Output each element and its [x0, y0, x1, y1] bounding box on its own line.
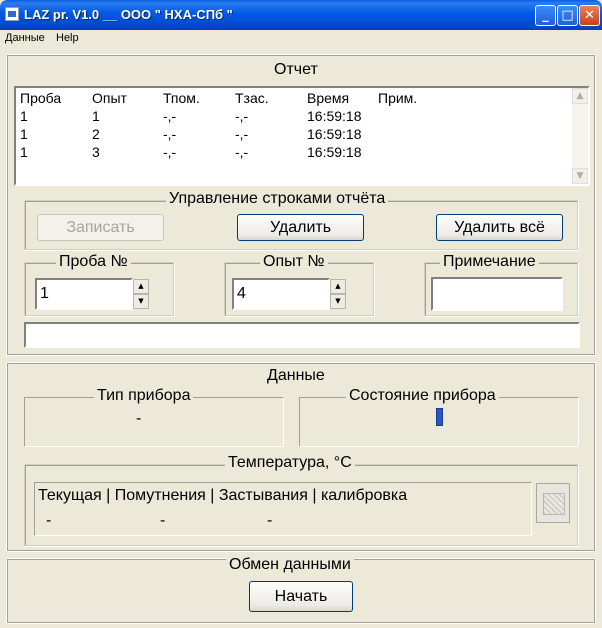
table-cell: 16:59:18: [307, 108, 362, 124]
device-type-title: Тип прибора: [94, 387, 194, 405]
table-cell: 16:59:18: [307, 144, 362, 160]
delete-button[interactable]: Удалить: [237, 214, 364, 241]
minimize-icon: _: [542, 8, 549, 23]
temperature-current-value: -: [46, 512, 52, 529]
data-title: Данные: [264, 367, 328, 385]
scroll-up-icon[interactable]: ▲: [572, 88, 588, 104]
minimize-button[interactable]: _: [535, 5, 556, 26]
scroll-down-icon[interactable]: ▼: [572, 168, 588, 184]
device-state-indicator: [436, 408, 443, 426]
temperature-title: Температура, °C: [225, 454, 355, 472]
sample-number-field[interactable]: 1: [35, 278, 133, 310]
maximize-icon: □: [561, 8, 574, 23]
table-cell: 1: [92, 108, 100, 124]
stepper-up-icon[interactable]: ▲: [133, 279, 149, 294]
stepper-down-icon[interactable]: ▼: [330, 294, 346, 309]
temperature-headers: Текущая | Помутнения | Застывания | кали…: [38, 487, 408, 504]
test-stepper[interactable]: ▲ ▼: [330, 279, 346, 309]
sample-stepper[interactable]: ▲ ▼: [133, 279, 149, 309]
app-icon[interactable]: [5, 7, 19, 21]
table-cell: 1: [20, 108, 28, 124]
table-cell: -,-: [235, 126, 249, 142]
test-title: Опыт №: [260, 253, 328, 271]
column-header: Опыт: [92, 90, 127, 106]
delete-all-button[interactable]: Удалить всё: [436, 214, 563, 241]
device-type-value: -: [136, 410, 142, 427]
maximize-button[interactable]: □: [557, 5, 578, 26]
column-header: Тзас.: [235, 90, 269, 106]
table-cell: -,-: [163, 144, 177, 160]
start-button[interactable]: Начать: [249, 581, 353, 612]
report-scrollbar[interactable]: ▲ ▼: [572, 88, 588, 184]
temperature-pour-value: -: [267, 512, 273, 529]
exchange-title: Обмен данными: [226, 556, 354, 574]
table-cell: -,-: [163, 126, 177, 142]
row-controls-title: Управление строками отчёта: [166, 190, 389, 208]
table-cell: 16:59:18: [307, 126, 362, 142]
title-bar[interactable]: LAZ pr. V1.0 __ ООО " НХА-СПб " _ □ ✕: [0, 0, 602, 30]
column-header: Прим.: [378, 90, 418, 106]
menu-bar: Данные Help: [0, 30, 602, 48]
menu-data[interactable]: Данные: [5, 32, 45, 44]
close-icon: ✕: [584, 8, 595, 23]
report-list[interactable]: Проба Опыт Тпом. Тзас. Время Прим. 1 1 -…: [14, 86, 590, 186]
column-header: Проба: [20, 90, 62, 106]
table-cell: 1: [20, 144, 28, 160]
report-title: Отчет: [271, 61, 321, 79]
table-cell: -,-: [163, 108, 177, 124]
table-cell: -,-: [235, 108, 249, 124]
status-line: [24, 322, 580, 348]
stepper-down-icon[interactable]: ▼: [133, 294, 149, 309]
device-state-title: Состояние прибора: [346, 387, 499, 405]
menu-help[interactable]: Help: [56, 32, 79, 44]
write-button[interactable]: Записать: [37, 214, 164, 241]
table-cell: 3: [92, 144, 100, 160]
note-title: Примечание: [440, 253, 539, 271]
calibration-button[interactable]: [536, 483, 570, 523]
column-header: Время: [307, 90, 350, 106]
stepper-up-icon[interactable]: ▲: [330, 279, 346, 294]
temperature-cloud-value: -: [160, 512, 166, 529]
table-cell: 1: [20, 126, 28, 142]
sample-title: Проба №: [56, 253, 131, 271]
close-button[interactable]: ✕: [579, 5, 600, 26]
window-title: LAZ pr. V1.0 __ ООО " НХА-СПб ": [24, 7, 233, 22]
test-number-field[interactable]: 4: [232, 278, 330, 310]
table-cell: -,-: [235, 144, 249, 160]
table-cell: 2: [92, 126, 100, 142]
column-header: Тпом.: [163, 90, 200, 106]
note-field[interactable]: [431, 277, 563, 311]
